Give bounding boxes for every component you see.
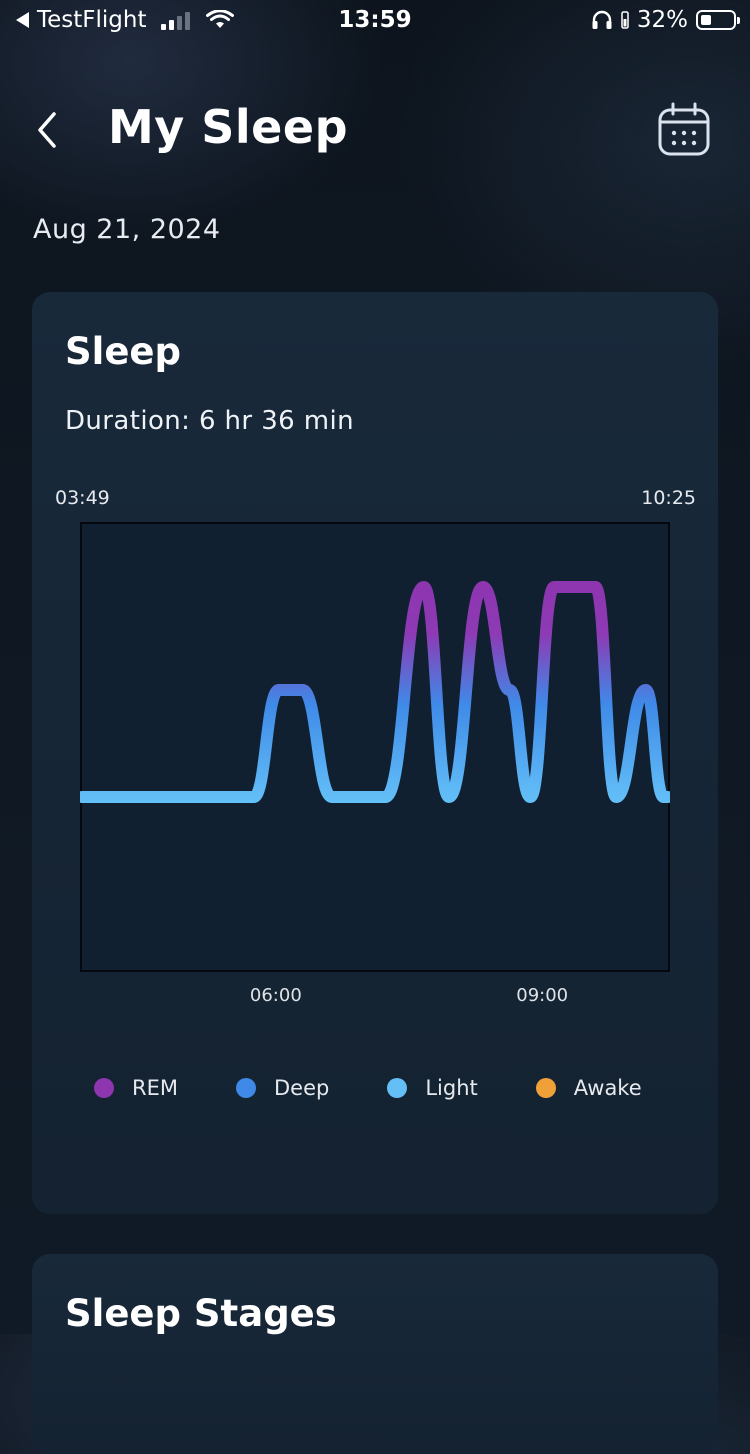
legend-item-rem: REM — [94, 1076, 178, 1100]
sleep-stages-title: Sleep Stages — [65, 1292, 337, 1335]
battery-icon — [696, 10, 740, 30]
legend-label-deep: Deep — [273, 1076, 330, 1100]
legend-label-light: Light — [425, 1076, 478, 1100]
page-title: My Sleep — [108, 100, 348, 154]
x-tick-label: 09:00 — [516, 985, 569, 1006]
legend-item-light: Light — [387, 1076, 478, 1100]
sleep-chart — [80, 522, 670, 972]
legend-label-rem: REM — [132, 1076, 178, 1100]
calendar-icon — [658, 102, 710, 156]
sleep-card: Sleep Duration: 6 hr 36 min 03:49 10:25 … — [32, 292, 718, 1214]
legend-dot-light — [387, 1078, 408, 1098]
status-bar-right: 32% — [591, 7, 740, 33]
chart-start-time: 03:49 — [55, 487, 110, 509]
chart-end-time: 10:25 — [641, 487, 696, 509]
sleep-stages-card: Sleep Stages — [32, 1254, 718, 1454]
chevron-left-icon — [38, 112, 56, 148]
legend-dot-deep — [235, 1078, 256, 1098]
date-label: Aug 21, 2024 — [33, 214, 221, 245]
legend-dot-awake — [535, 1078, 556, 1098]
charging-indicator-icon — [621, 11, 629, 29]
legend-item-awake: Awake — [535, 1076, 642, 1100]
legend-dot-rem — [94, 1078, 114, 1098]
calendar-button[interactable] — [654, 100, 714, 160]
back-button[interactable] — [28, 108, 72, 152]
sleep-card-title: Sleep — [65, 330, 182, 373]
legend-label-awake: Awake — [573, 1076, 642, 1100]
x-tick-label: 06:00 — [249, 985, 302, 1006]
sleep-duration: Duration: 6 hr 36 min — [65, 406, 354, 436]
battery-fill — [701, 15, 711, 25]
legend-item-deep: Deep — [235, 1076, 330, 1100]
battery-percent: 32% — [636, 7, 688, 33]
chart-legend: REM Deep Light Awake — [94, 1076, 642, 1100]
headphones-icon — [592, 10, 612, 29]
status-bar: TestFlight 13:59 32% — [0, 0, 750, 42]
